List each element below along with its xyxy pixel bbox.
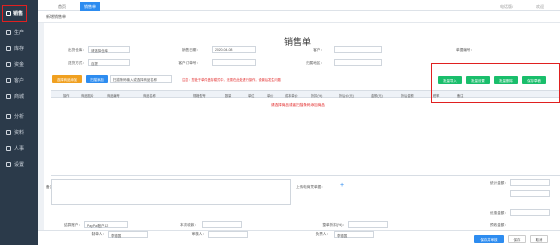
user-icon: [6, 77, 11, 83]
received-input[interactable]: [202, 221, 242, 228]
sidebar-item-label: 客户: [14, 77, 25, 84]
client-input[interactable]: [334, 46, 382, 53]
sidebar-item-label: 生产: [14, 29, 25, 36]
add-attachment-icon[interactable]: +: [340, 182, 344, 189]
sidebar-item-funds[interactable]: 资金: [0, 56, 38, 72]
discount-amount-input[interactable]: [510, 209, 550, 216]
gear-icon: [6, 161, 11, 167]
order-discount-label: 整单折扣(%)：: [322, 223, 346, 227]
tab-home[interactable]: 首页: [54, 2, 70, 11]
sidebar-item-label: 资料: [14, 129, 25, 136]
sidebar-item-data[interactable]: 资料: [0, 124, 38, 140]
sidebar-item-label: 设置: [14, 161, 25, 168]
region-input[interactable]: [334, 59, 382, 66]
creator-label: 制单人：: [91, 232, 106, 236]
bulk-import-button[interactable]: 批量导入: [438, 76, 462, 84]
creator-select[interactable]: 李德国: [108, 231, 148, 238]
remark-textarea[interactable]: [51, 179, 291, 205]
warning-text: 注意：您处于单件盘存模式中，无需在此处进行操作，设置后发生问题: [182, 78, 281, 82]
sidebar-item-label: 库存: [14, 45, 25, 52]
warehouse-select[interactable]: 请选择仓库: [88, 46, 130, 53]
sidebar-item-hr[interactable]: 人事: [0, 140, 38, 156]
auditor-input[interactable]: [208, 231, 248, 238]
total-input[interactable]: [510, 179, 550, 186]
region-label: 归属地区：: [306, 61, 324, 65]
delivery-label: 送货方式：: [68, 61, 86, 65]
prepaid-label: 预收金额：: [490, 223, 508, 227]
sidebar-item-label: 人事: [14, 145, 25, 152]
folder-icon: [6, 129, 11, 135]
bulk-delete-button[interactable]: 批量删除: [494, 76, 518, 84]
chart-icon: [6, 113, 11, 119]
attach-label: 上传电商凭单据：: [296, 185, 325, 189]
client-label: 客户：: [313, 48, 324, 52]
save-draft-button[interactable]: 保存草稿: [522, 76, 546, 84]
total-label: 统计金额：: [490, 181, 508, 185]
page-title: 销售单: [284, 37, 312, 47]
auditor-label: 审核人：: [191, 232, 206, 236]
sales-icon: [5, 11, 11, 16]
date-label: 销售日期：: [182, 48, 200, 52]
sidebar-item-inventory[interactable]: 库存: [0, 40, 38, 56]
wallet-icon: [6, 61, 11, 67]
save-button[interactable]: 保存: [508, 235, 526, 243]
grid-body: 请选择商品或者扫描条码添加商品: [51, 98, 560, 176]
breadcrumb: 新增销售单: [38, 11, 560, 23]
add-product-button[interactable]: 选择商品添加: [52, 75, 82, 83]
sidebar: 销售 生产 库存 资金 客户 商城 分析 资料 人事 设置: [0, 0, 38, 245]
doc-number-label: 单据编号：: [456, 48, 474, 52]
sidebar-item-mall[interactable]: 商城: [0, 88, 38, 104]
sales-form-panel: 销售单 出货仓库： 请选择仓库 销售日期： 2020-04-08 客户： 单据编…: [44, 23, 560, 230]
barcode-input[interactable]: 扫描条码输入或选择商品名称: [110, 75, 172, 83]
bulk-set-button[interactable]: 批量设置: [466, 76, 490, 84]
user-label[interactable]: 电话版/: [496, 2, 517, 11]
pay-account-select[interactable]: PayPal账户12: [84, 221, 128, 228]
factory-icon: [6, 29, 11, 35]
order-no-input[interactable]: [212, 59, 256, 66]
sidebar-item-analysis[interactable]: 分析: [0, 108, 38, 124]
box-icon: [6, 45, 11, 51]
sidebar-item-clients[interactable]: 客户: [0, 72, 38, 88]
delivery-select[interactable]: 自提: [88, 59, 130, 66]
warehouse-label: 出货仓库：: [68, 48, 86, 52]
sidebar-item-label: 资金: [14, 61, 25, 68]
owner-label: 负责人：: [315, 232, 330, 236]
sidebar-item-sales[interactable]: 销售: [2, 5, 27, 22]
save-audit-button[interactable]: 保存并审核: [474, 235, 504, 243]
shop-icon: [6, 93, 11, 99]
sidebar-item-label: 销售: [12, 11, 23, 17]
date-input[interactable]: 2020-04-08: [212, 46, 256, 53]
sidebar-item-label: 分析: [14, 113, 25, 120]
sidebar-item-label: 商城: [14, 93, 25, 100]
sidebar-item-settings[interactable]: 设置: [0, 156, 38, 172]
person-icon: [6, 145, 11, 151]
discount-amount-label: 优惠金额：: [490, 211, 508, 215]
sidebar-item-production[interactable]: 生产: [0, 24, 38, 40]
received-label: 本次收款：: [180, 223, 198, 227]
tab-sales-order[interactable]: 销售单: [80, 2, 100, 11]
pay-account-label: 结算账户：: [64, 223, 82, 227]
order-discount-input[interactable]: [348, 221, 388, 228]
bottom-bar: 制单人： 李德国 审核人： 负责人： 李德国 保存并审核 保存 取消: [38, 230, 560, 245]
owner-select[interactable]: 李德国: [334, 231, 374, 238]
top-tab-bar: 首页 销售单 电话版/ 欢迎: [38, 0, 560, 11]
extra-input[interactable]: [510, 190, 550, 197]
scan-add-button[interactable]: 扫描添加: [86, 75, 108, 83]
welcome-label: 欢迎: [536, 3, 544, 9]
app-root: 销售 生产 库存 资金 客户 商城 分析 资料 人事 设置 首页 销售单 电话版…: [0, 0, 560, 245]
empty-grid-message: 请选择商品或者扫描条码添加商品: [271, 103, 325, 107]
order-no-label: 客户订单号：: [178, 61, 200, 65]
cancel-button[interactable]: 取消: [530, 235, 548, 243]
